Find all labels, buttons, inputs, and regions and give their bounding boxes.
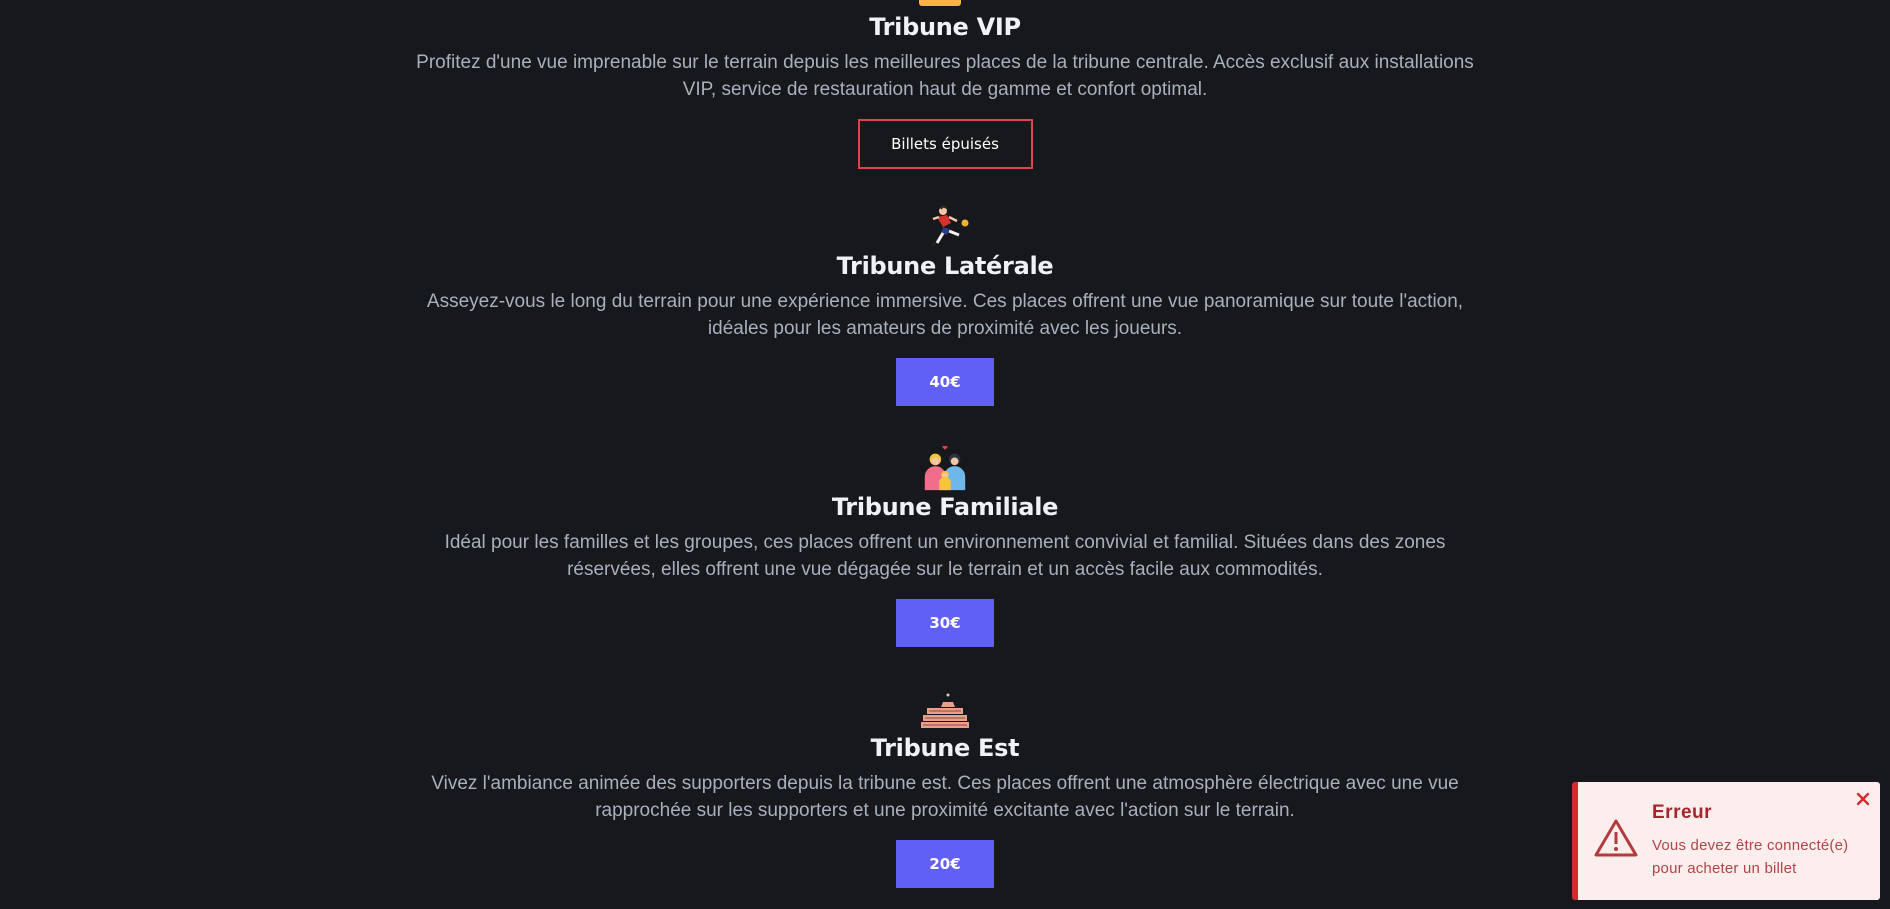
bleachers-icon [919, 687, 971, 733]
toast-title: Erreur [1652, 802, 1713, 823]
buy-ticket-button[interactable]: 40€ [896, 358, 994, 406]
football-player-icon [919, 205, 971, 251]
tribune-description: Vivez l'ambiance animée des supporters d… [431, 773, 1459, 821]
family-icon [919, 445, 971, 492]
tribune-title: Tribune VIP [869, 13, 1021, 41]
buy-ticket-button[interactable]: 20€ [896, 840, 994, 888]
sold-out-button[interactable]: Billets épuisés [857, 119, 1033, 169]
toast-message: Vous devez être connecté(e) pour acheter… [1652, 837, 1849, 877]
warning-icon [1594, 818, 1638, 858]
tribune-description: Idéal pour les familles et les groupes, … [444, 532, 1446, 580]
vip-icon [919, 0, 961, 6]
tribune-title: Tribune Est [870, 734, 1020, 762]
close-icon[interactable] [1854, 790, 1872, 808]
buy-ticket-button[interactable]: 30€ [896, 599, 994, 647]
tribune-title: Tribune Latérale [836, 252, 1054, 280]
tribunes-page: Tribune VIP Profitez d'une vue imprenabl… [0, 0, 1890, 909]
tribune-description: Profitez d'une vue imprenable sur le ter… [416, 52, 1474, 100]
error-toast: Erreur Vous devez être connecté(e) pour … [1572, 782, 1880, 900]
tribune-description: Asseyez-vous le long du terrain pour une… [426, 291, 1464, 339]
tribune-familiale: Tribune Familiale Idéal pour les famille… [0, 445, 1890, 647]
tribune-laterale: Tribune Latérale Asseyez-vous le long du… [0, 205, 1890, 406]
tribune-vip: Tribune VIP Profitez d'une vue imprenabl… [0, 12, 1890, 169]
tribune-title: Tribune Familiale [831, 493, 1059, 521]
